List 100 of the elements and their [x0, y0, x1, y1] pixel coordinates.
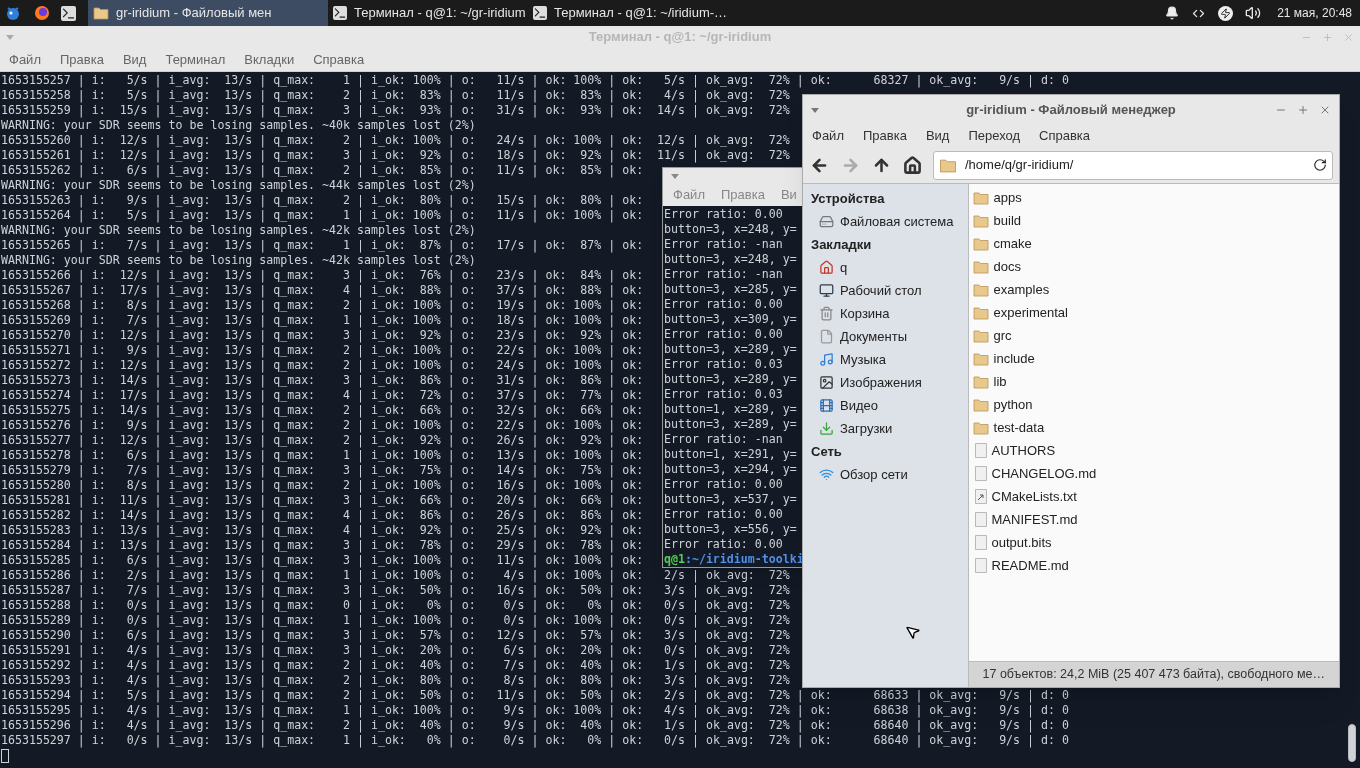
close-button[interactable] [1319, 104, 1331, 116]
terminal-line: button=3, x=537, y= [664, 492, 797, 507]
file-list-item[interactable]: build [972, 209, 1021, 232]
terminal-line: button=3, x=556, y= [664, 522, 797, 537]
terminal-line: WARNING: your SDR seems to be losing samples. ~40k samples lost (2%) [1, 118, 476, 133]
terminal-line: 1653155264 | i: 5/s | i_avg: 13/s | q_max: 1 | i_ok: 100% | o: 11/s | ok: 100% | ok: [1, 208, 644, 223]
terminal-line: Error ratio: 0.00 [664, 297, 783, 312]
terminal-line: 1653155258 | i: 5/s | i_avg: 13/s | q_max: 2 | i_ok: 83% | o: 11/s | ok: 83% | ok: 4/s | ok_avg: 72% [1, 88, 790, 103]
file-list-item[interactable]: python [972, 393, 1033, 416]
volume-icon[interactable] [1245, 5, 1262, 21]
folder-icon [972, 282, 989, 297]
file-list-item[interactable]: include [972, 347, 1035, 370]
terminal-line: 1653155285 | i: 6/s | i_avg: 13/s | q_max: 3 | i_ok: 100% | o: 11/s | ok: 100% | ok: [1, 553, 644, 568]
terminal-launcher-icon[interactable] [61, 5, 76, 21]
menu-item[interactable]: Вид [925, 126, 950, 146]
file-list-item[interactable]: CMakeLists.txt [972, 485, 1077, 508]
terminal-line: 1653155278 | i: 6/s | i_avg: 13/s | q_max: 1 | i_ok: 100% | o: 13/s | ok: 100% | ok: [1, 448, 644, 463]
menu-item[interactable]: Справка [313, 49, 365, 70]
image-icon [819, 375, 834, 390]
folder-icon [972, 420, 989, 435]
file-list-item[interactable]: examples [972, 278, 1050, 301]
sidebar-item[interactable]: Обзор сети [811, 463, 908, 486]
scrollbar-thumb[interactable] [1348, 724, 1356, 762]
sidebar-item[interactable]: Файловая система [811, 210, 954, 233]
taskbar-task[interactable]: Терминал - q@1: ~/iridium-… [528, 0, 728, 26]
file-list-item[interactable]: CHANGELOG.md [972, 462, 1097, 485]
file-list-item[interactable]: test-data [972, 416, 1045, 439]
terminal-line: 1653155292 | i: 4/s | i_avg: 13/s | q_max: 2 | i_ok: 40% | o: 7/s | ok: 40% | ok: 1/s | ok_avg: 72% [1, 658, 790, 673]
download-icon [819, 421, 834, 436]
menu-item[interactable]: Справка [1039, 126, 1091, 146]
terminal-line: 1653155287 | i: 7/s | i_avg: 13/s | q_max: 3 | i_ok: 50% | o: 16/s | ok: 50% | ok: 3/s | ok_avg: 72% [1, 583, 790, 598]
terminal-line: 1653155272 | i: 12/s | i_avg: 13/s | q_max: 2 | i_ok: 100% | o: 24/s | ok: 100% | ok: [1, 358, 644, 373]
menu-item[interactable]: Правка [862, 126, 907, 146]
sidebar-item[interactable]: Музыка [811, 348, 886, 371]
terminal-line: 1653155269 | i: 7/s | i_avg: 13/s | q_max: 1 | i_ok: 100% | o: 18/s | ok: 100% | ok: [1, 313, 644, 328]
clock[interactable]: 21 мая, 20:48 [1277, 4, 1352, 22]
file-list-item[interactable]: output.bits [972, 531, 1052, 554]
file-list-item[interactable]: README.md [972, 554, 1069, 577]
file-list-item[interactable]: lib [972, 370, 1007, 393]
terminal-line: 1653155284 | i: 13/s | i_avg: 13/s | q_max: 3 | i_ok: 78% | o: 29/s | ok: 78% | ok: [1, 538, 644, 553]
terminal-line: 1653155276 | i: 9/s | i_avg: 13/s | q_max: 2 | i_ok: 100% | o: 22/s | ok: 100% | ok: [1, 418, 644, 433]
notification-bell-icon[interactable] [1165, 6, 1180, 20]
terminal-line: button=1, x=289, y= [664, 402, 797, 417]
file-list-item[interactable]: cmake [972, 232, 1032, 255]
document-icon [819, 329, 834, 344]
terminal-line: button=3, x=294, y= [664, 462, 797, 477]
terminal-line: 1653155259 | i: 15/s | i_avg: 13/s | q_max: 3 | i_ok: 93% | o: 31/s | ok: 93% | ok: 14/s | ok_avg: 72% [1, 103, 790, 118]
sidebar-item[interactable]: Корзина [811, 302, 890, 325]
sidebar-heading: Сеть [811, 442, 842, 461]
terminal-line: button=3, x=289, y= [664, 342, 797, 357]
sidebar-item[interactable]: Загрузки [811, 417, 893, 440]
terminal-line: 1653155266 | i: 12/s | i_avg: 13/s | q_max: 3 | i_ok: 76% | o: 23/s | ok: 84% | ok: [1, 268, 644, 283]
terminal-line: WARNING: your SDR seems to be losing samples. ~42k samples lost (2%) [1, 253, 476, 268]
sidebar-item[interactable]: Рабочий стол [811, 279, 922, 302]
sidebar-item[interactable]: Документы [811, 325, 907, 348]
terminal-line: button=3, x=289, y= [664, 417, 797, 432]
sidebar-item[interactable]: Изображения [811, 371, 922, 394]
trash-icon [819, 306, 834, 321]
monitor-icon [819, 283, 834, 298]
terminal-line: Error ratio: 0.00 [664, 537, 783, 552]
terminal-icon [333, 6, 347, 20]
menu-item[interactable]: Вид [122, 49, 147, 70]
terminal-line: 1653155275 | i: 14/s | i_avg: 13/s | q_max: 2 | i_ok: 66% | o: 32/s | ok: 66% | ok: [1, 403, 644, 418]
terminal-line: 1653155294 | i: 5/s | i_avg: 13/s | q_max: 2 | i_ok: 50% | o: 11/s | ok: 50% | ok: 2/s | ok_avg: 72% | ok: 68633 | ok_avg: 9/s | d: 0 [1, 688, 1069, 703]
terminal-line: 1653155279 | i: 7/s | i_avg: 13/s | q_max: 3 | i_ok: 75% | o: 14/s | ok: 75% | ok: [1, 463, 644, 478]
location-field[interactable]: /home/q/gr-iridium/ [933, 150, 1333, 180]
menu-item[interactable]: Файл [812, 126, 844, 146]
power-icon[interactable] [1218, 5, 1234, 21]
menu-item[interactable]: Вкладки [244, 49, 295, 70]
terminal-line: 1653155283 | i: 13/s | i_avg: 13/s | q_max: 4 | i_ok: 92% | o: 25/s | ok: 92% | ok: [1, 523, 644, 538]
home-button[interactable] [902, 153, 923, 177]
dropdown-caret-icon[interactable] [811, 107, 819, 113]
terminal-line: button=3, x=289, y= [664, 372, 797, 387]
sidebar-item[interactable]: Видео [811, 394, 878, 417]
terminal-line: 1653155261 | i: 12/s | i_avg: 13/s | q_max: 3 | i_ok: 92% | o: 18/s | ok: 92% | ok: 11/s | ok_avg: 72% [1, 148, 790, 163]
window-title: gr-iridium - Файловый менеджер [965, 101, 1177, 120]
file-list-item[interactable]: AUTHORS [972, 439, 1056, 462]
menu-item[interactable]: Файл [9, 49, 41, 70]
taskbar-task[interactable]: Терминал - q@1: ~/gr-iridium [328, 0, 528, 26]
browser-logo-icon[interactable] [34, 5, 50, 21]
file-list-item[interactable]: apps [972, 186, 1022, 209]
file-list-item[interactable]: MANIFEST.md [972, 508, 1078, 531]
taskbar-task[interactable]: gr-iridium - Файловый мен [88, 0, 328, 26]
home-icon [819, 260, 834, 275]
file-list-item[interactable]: experimental [972, 301, 1068, 324]
menu-item[interactable]: Переход [968, 126, 1021, 146]
reload-icon[interactable] [1313, 158, 1327, 172]
file-list-item[interactable]: docs [972, 255, 1021, 278]
status-text: 17 объектов: 24,2 MiB (25 407 473 байта), свободного ме… [982, 666, 1325, 684]
dropdown-caret-icon[interactable] [671, 173, 679, 179]
terminal-line: 1653155267 | i: 17/s | i_avg: 13/s | q_max: 4 | i_ok: 88% | o: 37/s | ok: 88% | ok: [1, 283, 644, 298]
terminal-line: 1653155296 | i: 4/s | i_avg: 13/s | q_max: 2 | i_ok: 40% | o: 9/s | ok: 40% | ok: 1/s | ok_avg: 72% | ok: 68640 | ok_avg: 9/s | d: 0 [1, 718, 1069, 733]
terminal-line: button=3, x=248, y= [664, 252, 797, 267]
menu-item[interactable]: Терминал [165, 49, 226, 70]
text-cursor [1, 749, 9, 763]
file-icon [974, 466, 987, 481]
sidebar-item[interactable]: q [811, 256, 848, 279]
terminal-line: 1653155295 | i: 4/s | i_avg: 13/s | q_max: 1 | i_ok: 100% | o: 9/s | ok: 100% | ok: 4/s | ok_avg: 72% | ok: 68638 | ok_avg: 9/s | d: 0 [1, 703, 1069, 718]
menu-item[interactable]: Правка [59, 49, 104, 70]
file-list-item[interactable]: grc [972, 324, 1012, 347]
